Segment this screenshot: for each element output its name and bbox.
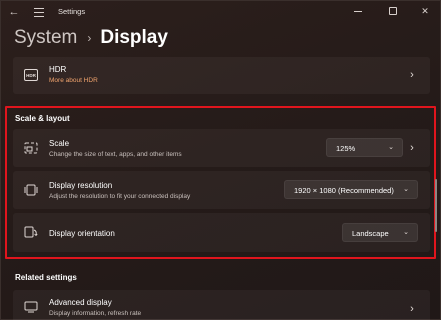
back-arrow-icon[interactable]: ← <box>7 5 21 19</box>
minimize-icon <box>354 11 362 12</box>
window-title: Settings <box>58 7 86 16</box>
breadcrumb-separator-icon: › <box>87 31 92 45</box>
advanced-display-card[interactable]: Advanced display Display information, re… <box>13 290 430 320</box>
monitor-icon <box>24 301 38 313</box>
more-about-hdr-link[interactable]: More about HDR <box>49 77 98 84</box>
advanced-display-description: Display information, refresh rate <box>49 310 142 317</box>
title-bar: ← Settings ✕ <box>1 1 440 23</box>
hdr-card[interactable]: HDR HDR More about HDR › <box>13 57 430 94</box>
page-title: Display <box>100 27 168 48</box>
settings-window: ← Settings ✕ System › Display HDR HDR Mo… <box>0 0 441 320</box>
breadcrumb: System › Display <box>14 26 168 50</box>
close-icon: ✕ <box>421 6 429 16</box>
section-heading-related-settings: Related settings <box>15 273 77 282</box>
hamburger-menu-icon[interactable] <box>32 5 46 19</box>
minimize-button[interactable] <box>347 3 369 19</box>
scrollbar-thumb[interactable] <box>435 179 437 232</box>
maximize-button[interactable] <box>382 3 404 19</box>
highlight-box <box>5 106 436 259</box>
advanced-display-title: Advanced display <box>49 298 112 307</box>
chevron-right-icon: › <box>410 303 414 315</box>
chevron-right-icon: › <box>410 69 414 81</box>
hdr-icon: HDR <box>24 69 38 81</box>
hdr-title: HDR <box>49 65 67 74</box>
breadcrumb-system[interactable]: System <box>14 27 77 49</box>
svg-text:HDR: HDR <box>26 73 36 78</box>
maximize-icon <box>389 7 397 15</box>
close-button[interactable]: ✕ <box>414 3 436 19</box>
